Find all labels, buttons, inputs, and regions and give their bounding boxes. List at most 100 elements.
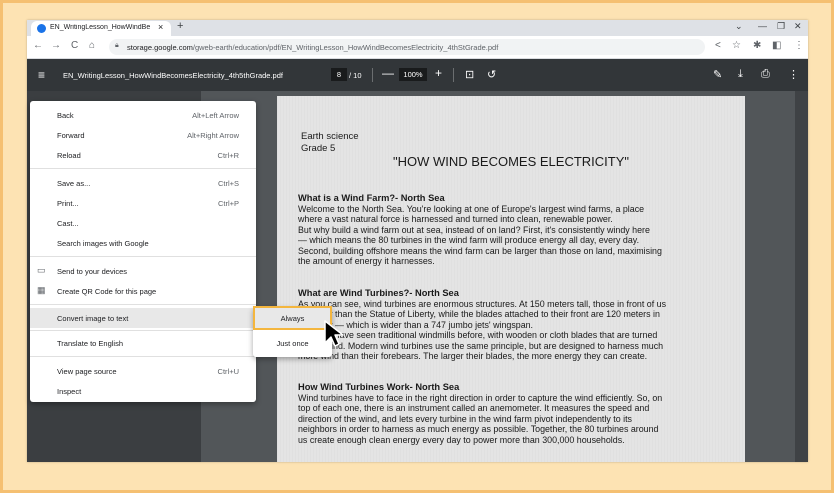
menu-item-label: Send to your devices [57, 267, 128, 276]
bookmark-star-icon[interactable]: ☆ [732, 40, 741, 51]
section-heading: What are Wind Turbines?- North Sea [298, 288, 459, 298]
section-heading: How Wind Turbines Work- North Sea [298, 382, 460, 392]
home-button[interactable]: ⌂ [89, 40, 95, 51]
page-total: / 10 [349, 71, 362, 80]
qr-code-icon: ▦ [37, 285, 46, 295]
pdf-page[interactable]: Earth science Grade 5 "HOW WIND BECOMES … [277, 96, 745, 462]
menu-divider [30, 256, 256, 257]
paragraph-line: the amount of energy it harnesses. [298, 256, 435, 267]
menu-item-translate[interactable]: Translate to English [30, 333, 256, 353]
menu-divider [30, 356, 256, 357]
toolbar-divider [372, 68, 373, 82]
fit-page-icon[interactable]: ⊡ [465, 68, 474, 81]
extensions-icon[interactable]: ✱ [753, 40, 761, 51]
paragraph-line: diameter — which is wider than a 747 jum… [298, 319, 534, 330]
new-tab-button[interactable]: + [177, 20, 183, 32]
menu-item-label: Search images with Google [57, 239, 149, 248]
tab-strip: EN_WritingLesson_HowWindBe × + ⌄ — ❐ ✕ [27, 20, 808, 36]
menu-item-label: Inspect [57, 387, 82, 396]
paragraph-line: — which means the 80 turbines in the win… [298, 235, 640, 246]
document-subject: Earth science [301, 131, 359, 142]
browser-tab[interactable]: EN_WritingLesson_HowWindBe × [31, 21, 171, 36]
viewer-scrollbar[interactable] [795, 91, 808, 462]
menu-divider [30, 330, 256, 331]
document-title: "HOW WIND BECOMES ELECTRICITY" [392, 154, 630, 169]
menu-item-print[interactable]: Print... Ctrl+P [30, 193, 256, 213]
section-heading: What is a Wind Farm?- North Sea [298, 193, 445, 203]
submenu-item-just-once[interactable]: Just once [253, 332, 332, 355]
menu-item-label: Convert image to text [57, 314, 129, 323]
address-bar[interactable]: 🔒︎ storage.google.com/gweb-earth/educati… [109, 39, 705, 55]
menu-item-label: Create QR Code for this page [57, 287, 157, 296]
tab-title: EN_WritingLesson_HowWindBe [50, 24, 150, 31]
menu-item-save-as[interactable]: Save as... Ctrl+S [30, 173, 256, 193]
menu-item-label: Print... [57, 199, 79, 208]
pdf-menu-icon[interactable]: ≡ [38, 68, 45, 82]
url-host: storage.google.com [127, 43, 193, 52]
pdf-toolbar: ≡ EN_WritingLesson_HowWindBecomesElectri… [27, 59, 808, 91]
zoom-in-button[interactable]: + [435, 66, 442, 80]
menu-item-shortcut: Ctrl+U [217, 367, 239, 376]
pdf-more-icon[interactable]: ⋮ [788, 68, 799, 81]
highlight-box [253, 306, 332, 330]
menu-item-label: Cast... [57, 219, 79, 228]
section-paragraph: Wind turbines have to face in the right … [298, 393, 723, 445]
tab-close-icon[interactable]: × [158, 22, 163, 32]
favicon-icon [37, 24, 46, 33]
menu-item-search-images[interactable]: Search images with Google [30, 233, 256, 253]
menu-item-label: Translate to English [57, 339, 124, 348]
menu-item-view-source[interactable]: View page source Ctrl+U [30, 361, 256, 381]
menu-item-send-to-devices[interactable]: ▭ Send to your devices [30, 261, 256, 281]
restore-button[interactable]: ❐ [777, 21, 785, 32]
menu-item-convert-image-to-text[interactable]: Convert image to text [30, 308, 256, 328]
menu-item-shortcut: Ctrl+P [217, 199, 239, 208]
tab-search-icon[interactable]: ⌄ [735, 21, 743, 32]
menu-item-label: Reload [57, 151, 81, 160]
annotate-icon[interactable]: ✎ [713, 68, 722, 81]
forward-button[interactable]: → [51, 40, 61, 51]
paragraph-line: Welcome to the North Sea. You're looking… [298, 204, 645, 214]
menu-item-back[interactable]: Back Alt+Left Arrow [30, 105, 256, 125]
menu-item-label: View page source [57, 367, 117, 376]
paragraph-line: top of each one, there is an instrument … [298, 403, 650, 414]
menu-item-inspect[interactable]: Inspect [30, 381, 256, 401]
browser-toolbar: ← → C ⌂ 🔒︎ storage.google.com/gweb-earth… [27, 36, 808, 59]
print-icon[interactable]: ⎙ [761, 68, 770, 81]
menu-divider [30, 168, 256, 169]
menu-item-forward[interactable]: Forward Alt+Right Arrow [30, 125, 256, 145]
back-button[interactable]: ← [33, 40, 43, 51]
toolbar-divider [453, 68, 454, 82]
paragraph-line: neighbors in order to harness as much en… [298, 424, 659, 435]
rotate-icon[interactable]: ↺ [487, 68, 496, 81]
browser-menu-icon[interactable]: ⋮ [794, 40, 804, 51]
paragraph-line: by the wind. Modern wind turbines use th… [298, 340, 664, 351]
menu-item-label: Forward [57, 131, 85, 140]
context-menu: Back Alt+Left Arrow Forward Alt+Right Arro… [30, 101, 256, 402]
paragraph-line: As you can see, wind turbines are enormo… [298, 299, 667, 309]
url-path: /gweb-earth/education/pdf/EN_WritingLess… [192, 43, 499, 52]
side-panel-icon[interactable]: ◧ [772, 40, 781, 51]
menu-item-shortcut: Alt+Right Arrow [187, 131, 239, 140]
paragraph-line: But why build a wind farm out at sea, in… [298, 224, 650, 235]
zoom-out-button[interactable]: — [382, 66, 394, 80]
page-number-input[interactable]: 8 [331, 68, 347, 81]
paragraph-line: You may have seen traditional windmills … [298, 330, 658, 341]
minimize-button[interactable]: — [758, 21, 767, 31]
lock-icon[interactable]: 🔒︎ [115, 42, 119, 50]
menu-item-shortcut: Ctrl+R [217, 151, 239, 160]
reload-button[interactable]: C [71, 40, 78, 51]
menu-item-reload[interactable]: Reload Ctrl+R [30, 145, 256, 165]
share-icon[interactable]: < [715, 40, 721, 51]
close-window-button[interactable]: ✕ [794, 21, 802, 32]
menu-item-cast[interactable]: Cast... [30, 213, 256, 233]
menu-item-label: Back [57, 111, 74, 120]
zoom-input[interactable]: 100% [399, 68, 427, 81]
menu-item-label: Save as... [57, 179, 91, 188]
document-grade: Grade 5 [301, 143, 336, 154]
section-paragraph: As you can see, wind turbines are enormo… [298, 299, 723, 361]
paragraph-line: direction of the wind, and lets every tu… [298, 413, 632, 424]
download-icon[interactable]: ⤓ [738, 68, 743, 81]
devices-icon: ▭ [37, 265, 46, 275]
paragraph-line: where a vast natural force is harnessed … [298, 214, 613, 225]
menu-item-qr-code[interactable]: ▦ Create QR Code for this page [30, 281, 256, 301]
